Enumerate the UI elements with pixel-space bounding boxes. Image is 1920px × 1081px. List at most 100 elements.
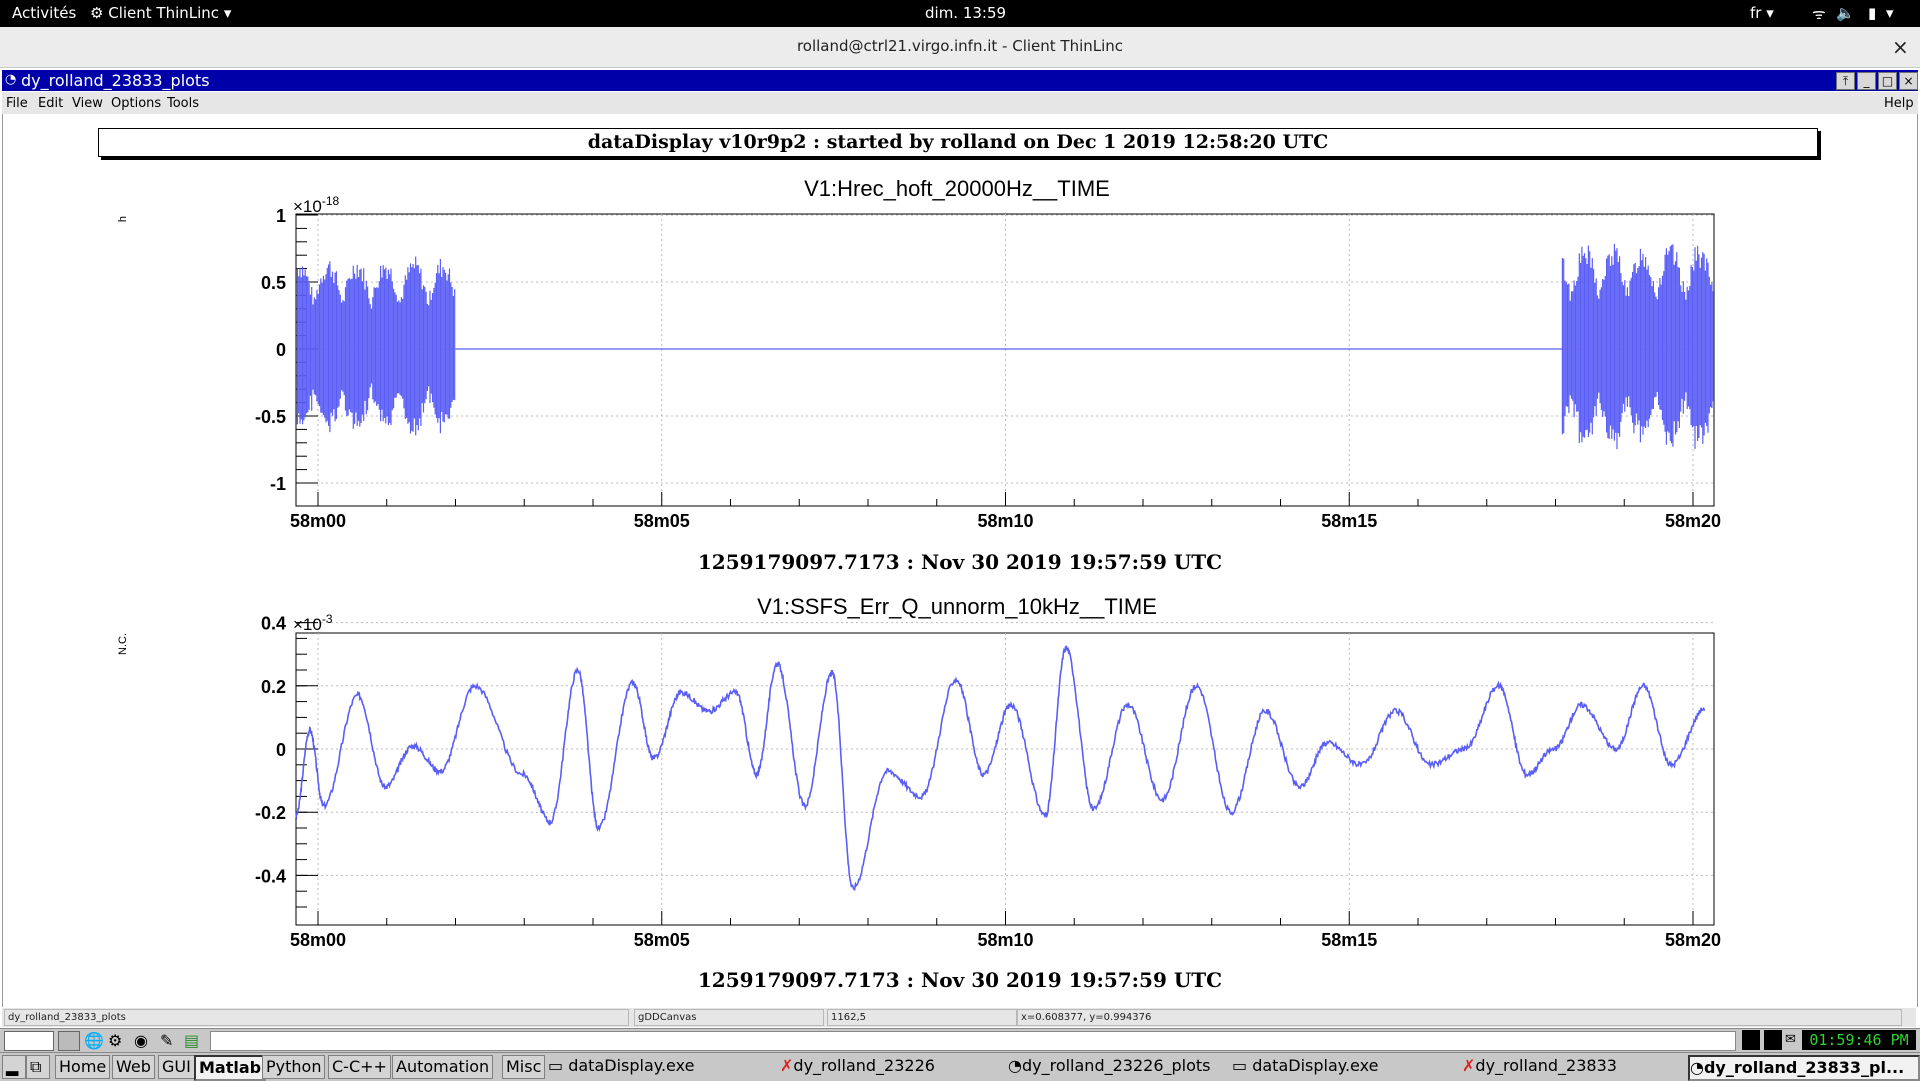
- launcher-matlab[interactable]: Matlab: [194, 1055, 267, 1081]
- wifi-icon[interactable]: ᯤ: [1812, 4, 1826, 24]
- grid: [296, 622, 1714, 925]
- x-tick-label: 58m10: [977, 930, 1033, 950]
- launcher-cpp[interactable]: C-C++: [328, 1055, 391, 1079]
- x-tick-label: 58m10: [977, 511, 1033, 531]
- y-axis-label: N.C.: [117, 633, 129, 655]
- settings-icon[interactable]: ⚙: [108, 1031, 122, 1050]
- status-object-name: dy_rolland_23833_plots: [4, 1009, 629, 1026]
- x-tick-label: 58m00: [290, 511, 346, 531]
- y-tick-labels: 0.4 0.2 0 -0.2 -0.4: [255, 614, 286, 887]
- thinlinc-window-title: rolland@ctrl21.virgo.infn.it - Client Th…: [796, 37, 1124, 55]
- x-tick-label: 58m05: [634, 511, 690, 531]
- task-item[interactable]: ▭ dataDisplay.exe: [548, 1055, 773, 1077]
- signal-burst: [296, 256, 456, 436]
- pin-button[interactable]: ⤒: [1836, 72, 1855, 90]
- fvwm-iconbar: 🌐 ⚙ ◉ ✎ ▤ ✉ 01:59:46 PM: [0, 1028, 1920, 1053]
- pager[interactable]: [58, 1031, 80, 1051]
- display-header: dataDisplay v10r9p2 : started by rolland…: [98, 128, 1818, 157]
- terminal-icon[interactable]: [1742, 1030, 1760, 1050]
- thinlinc-titlebar: rolland@ctrl21.virgo.infn.it - Client Th…: [0, 27, 1920, 68]
- time-label-2: 1259179097.7173 : Nov 30 2019 19:57:59 U…: [697, 968, 1223, 992]
- plot-hrec-hoft[interactable]: V1:Hrec_hoft_20000Hz__TIME h ×10-18 1 0.5…: [0, 160, 1920, 540]
- menu-options[interactable]: Options: [111, 96, 161, 111]
- menu-edit[interactable]: Edit: [38, 96, 63, 111]
- task-item[interactable]: ▭ dataDisplay.exe: [1232, 1055, 1457, 1077]
- window-icon: ◔: [1008, 1056, 1022, 1075]
- series-ssfs-err: [295, 644, 1706, 891]
- launcher-web[interactable]: Web: [112, 1055, 155, 1079]
- status-coords: x=0.608377, y=0.994376: [1017, 1009, 1902, 1026]
- launcher-home[interactable]: Home: [55, 1055, 111, 1079]
- x-tick-labels: 58m00 58m05 58m10 58m15 58m20: [290, 511, 1721, 531]
- x-tick-label: 58m05: [634, 930, 690, 950]
- activities-button[interactable]: Activités: [12, 4, 76, 22]
- task-item[interactable]: ✗dy_rolland_23833: [1462, 1055, 1684, 1077]
- minimize-button[interactable]: _: [1857, 72, 1876, 90]
- clock[interactable]: dim. 13:59: [925, 4, 1006, 22]
- launcher-misc[interactable]: Misc: [502, 1055, 546, 1079]
- launcher-python[interactable]: Python: [262, 1055, 326, 1079]
- y-tick-label: 0.2: [261, 677, 286, 697]
- plot-title: V1:Hrec_hoft_20000Hz__TIME: [804, 176, 1110, 201]
- menu-file[interactable]: File: [6, 96, 28, 111]
- exponent-label: ×10-18: [293, 194, 340, 216]
- signal-line: [295, 644, 1706, 891]
- task-item[interactable]: ◔dy_rolland_23226_plots: [1008, 1055, 1230, 1077]
- plot-ssfs-err[interactable]: V1:SSFS_Err_Q_unnorm_10kHz__TIME N.C. ×1…: [0, 582, 1920, 962]
- terminal-icon[interactable]: [1764, 1030, 1782, 1050]
- y-tick-label: -0.4: [255, 866, 286, 886]
- y-tick-label: -0.2: [255, 803, 286, 823]
- chevron-down-icon[interactable]: ▾: [1886, 4, 1894, 22]
- language-indicator[interactable]: fr ▾: [1750, 4, 1774, 22]
- spreadsheet-icon[interactable]: ▤: [184, 1031, 199, 1050]
- command-input[interactable]: [210, 1031, 1736, 1051]
- mail-icon[interactable]: ✉: [1785, 1032, 1796, 1047]
- y-tick-label: -0.5: [255, 407, 286, 427]
- menubar: File Edit View Options Tools Help: [2, 92, 1918, 115]
- status-bar: dy_rolland_23833_plots gDDCanvas 1162,5 …: [2, 1008, 1916, 1027]
- close-icon: ✗: [1462, 1056, 1476, 1075]
- window-icon: ▭: [1232, 1056, 1253, 1075]
- chevron-down-icon: ▾: [219, 4, 232, 22]
- thinlinc-icon: ⚙: [90, 4, 109, 22]
- maximize-button[interactable]: □: [1878, 72, 1897, 90]
- y-tick-labels: 1 0.5 0 -0.5 -1: [255, 206, 286, 494]
- grid: [296, 214, 1714, 506]
- x-tick-labels: 58m00 58m05 58m10 58m15 58m20: [290, 930, 1721, 950]
- launcher-gui[interactable]: GUI: [158, 1055, 195, 1079]
- volume-icon[interactable]: 🔈: [1836, 4, 1855, 22]
- battery-icon[interactable]: ▮: [1868, 4, 1876, 22]
- close-icon: ✗: [780, 1056, 794, 1075]
- menu-help[interactable]: Help: [1884, 96, 1914, 111]
- menu-view[interactable]: View: [72, 96, 103, 111]
- window-icon[interactable]: ◔: [5, 72, 16, 87]
- y-tick-label: -1: [270, 474, 286, 494]
- time-label-1: 1259179097.7173 : Nov 30 2019 19:57:59 U…: [697, 550, 1223, 574]
- window-titlebar[interactable]: ◔ dy_rolland_23833_plots ⤒ _ □ ×: [2, 70, 1918, 91]
- x-tick-label: 58m15: [1321, 930, 1377, 950]
- y-tick-label: 0.5: [261, 273, 286, 293]
- plot-title: V1:SSFS_Err_Q_unnorm_10kHz__TIME: [757, 594, 1157, 619]
- firefox-icon[interactable]: 🌐: [84, 1031, 104, 1050]
- load-monitor: [4, 1031, 54, 1051]
- y-tick-label: 0.4: [261, 614, 286, 634]
- task-item[interactable]: ✗dy_rolland_23226: [780, 1055, 1002, 1077]
- status-canvas-name: gDDCanvas: [634, 1009, 824, 1026]
- task-item-active[interactable]: ◔dy_rolland_23833_pl...: [1688, 1055, 1920, 1081]
- close-button[interactable]: ×: [1892, 35, 1909, 59]
- browser-icon[interactable]: ◉: [134, 1031, 148, 1050]
- editor-icon[interactable]: ✎: [160, 1031, 173, 1050]
- axis-ticks: [296, 214, 1694, 506]
- windows-button[interactable]: ⧉: [26, 1055, 50, 1079]
- menu-tools[interactable]: Tools: [167, 96, 199, 111]
- window-title: dy_rolland_23833_plots: [21, 71, 210, 90]
- y-tick-label: 1: [276, 206, 286, 226]
- taskbar: ▂ ⧉ Home Web GUI Matlab Python C-C++ Aut…: [0, 1052, 1920, 1081]
- clock-display: 01:59:46 PM: [1802, 1030, 1916, 1050]
- close-window-button[interactable]: ×: [1899, 72, 1918, 90]
- start-button[interactable]: ▂: [2, 1055, 26, 1079]
- system-top-bar: Activités ⚙ Client ThinLinc ▾ dim. 13:59…: [0, 0, 1920, 27]
- launcher-automation[interactable]: Automation: [392, 1055, 494, 1079]
- y-tick-label: 0: [276, 340, 286, 360]
- app-menu[interactable]: ⚙ Client ThinLinc ▾: [90, 4, 231, 22]
